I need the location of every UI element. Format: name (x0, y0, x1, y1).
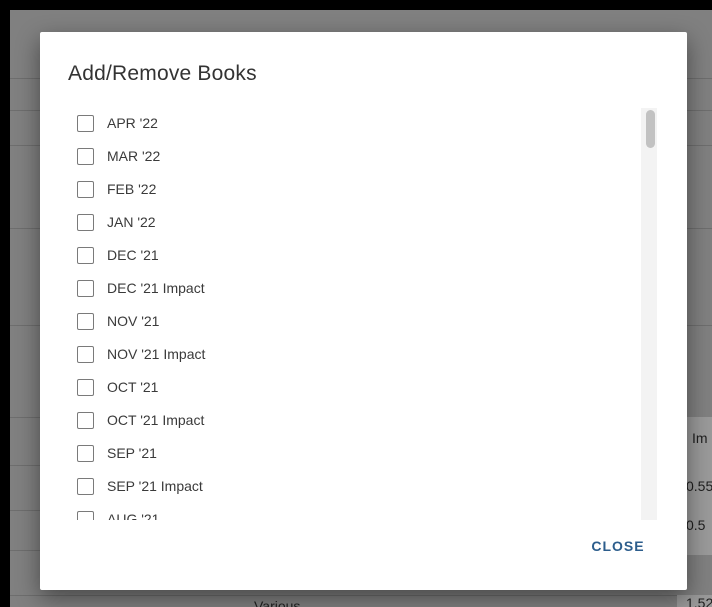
book-item-label: JAN '22 (107, 214, 156, 230)
checkbox[interactable] (77, 312, 94, 330)
book-item-label: DEC '21 (107, 247, 159, 263)
add-remove-books-dialog: Add/Remove Books APR '22 MAR '22 FEB '22… (40, 32, 687, 590)
book-item-label: APR '22 (107, 115, 158, 131)
dialog-title: Add/Remove Books (68, 62, 257, 85)
book-item-aug-21[interactable]: AUG '21 (68, 506, 159, 520)
book-item-mar-22[interactable]: MAR '22 (68, 143, 160, 169)
background-value: 0.55 (686, 478, 712, 494)
list-scrollbar-thumb[interactable] (646, 110, 655, 148)
book-item-sep-21-impact[interactable]: SEP '21 Impact (68, 473, 203, 499)
book-item-label: FEB '22 (107, 181, 157, 197)
checkbox[interactable] (77, 279, 94, 297)
background-value: 0.5 (686, 517, 706, 533)
book-item-nov-21[interactable]: NOV '21 (68, 308, 159, 334)
checkbox[interactable] (77, 510, 94, 520)
background-column-header: Im (692, 430, 708, 446)
book-item-oct-21-impact[interactable]: OCT '21 Impact (68, 407, 204, 433)
book-item-apr-22[interactable]: APR '22 (68, 110, 158, 136)
book-item-dec-21[interactable]: DEC '21 (68, 242, 159, 268)
book-item-label: DEC '21 Impact (107, 280, 205, 296)
checkbox[interactable] (77, 114, 94, 132)
background-value: 1.52 (686, 595, 712, 607)
checkbox[interactable] (77, 213, 94, 231)
book-item-label: MAR '22 (107, 148, 161, 164)
book-item-label: AUG '21 (107, 511, 160, 520)
checkbox[interactable] (77, 345, 94, 363)
checkbox[interactable] (77, 147, 94, 165)
book-item-jan-22[interactable]: JAN '22 (68, 209, 156, 235)
book-item-label: OCT '21 Impact (107, 412, 205, 428)
book-item-dec-21-impact[interactable]: DEC '21 Impact (68, 275, 205, 301)
book-item-label: NOV '21 Impact (107, 346, 206, 362)
checkbox[interactable] (77, 378, 94, 396)
book-item-label: SEP '21 Impact (107, 478, 203, 494)
checkbox[interactable] (77, 246, 94, 264)
background-text: Various (254, 598, 301, 607)
book-item-label: NOV '21 (107, 313, 160, 329)
checkbox[interactable] (77, 444, 94, 462)
books-checkbox-list[interactable]: APR '22 MAR '22 FEB '22 JAN '22 DEC '21 … (68, 108, 666, 520)
checkbox[interactable] (77, 411, 94, 429)
book-item-sep-21[interactable]: SEP '21 (68, 440, 157, 466)
book-item-label: SEP '21 (107, 445, 157, 461)
book-item-oct-21[interactable]: OCT '21 (68, 374, 158, 400)
book-item-label: OCT '21 (107, 379, 159, 395)
list-scrollbar[interactable] (641, 108, 657, 520)
background-divider (10, 595, 712, 596)
book-item-nov-21-impact[interactable]: NOV '21 Impact (68, 341, 205, 367)
close-button[interactable]: CLOSE (580, 528, 656, 564)
checkbox[interactable] (77, 180, 94, 198)
checkbox[interactable] (77, 477, 94, 495)
book-item-feb-22[interactable]: FEB '22 (68, 176, 156, 202)
